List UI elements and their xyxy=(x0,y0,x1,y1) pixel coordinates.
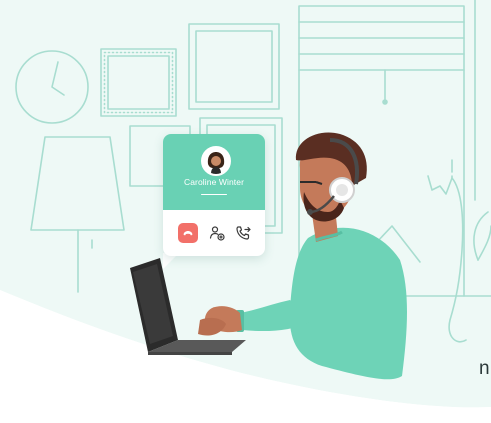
phone-hangup-icon xyxy=(183,231,193,236)
call-actions xyxy=(163,210,265,256)
illustration-canvas: Caroline Winter n xyxy=(0,0,491,423)
caption-fragment: n xyxy=(479,358,490,379)
transfer-users-icon xyxy=(209,226,225,241)
caller-avatar xyxy=(201,146,231,176)
name-underline xyxy=(201,194,227,195)
forward-call-button[interactable] xyxy=(233,223,253,243)
caller-name: Caroline Winter xyxy=(183,177,245,187)
woman-avatar-icon xyxy=(203,148,229,174)
incoming-call-card: Caroline Winter xyxy=(163,134,265,256)
end-call-button[interactable] xyxy=(178,223,198,243)
transfer-call-button[interactable] xyxy=(207,223,227,243)
phone-forward-icon xyxy=(236,226,251,240)
